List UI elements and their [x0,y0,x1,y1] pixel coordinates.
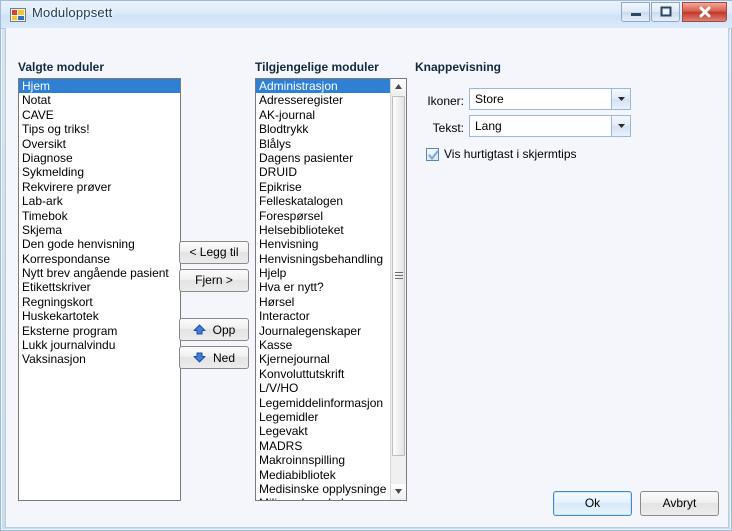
text-combobox-value: Lang [475,119,502,133]
arrow-up-icon [193,324,206,335]
window-title: Moduloppsett [32,5,113,20]
list-item[interactable]: Rekvirere prøver [19,180,180,194]
list-item[interactable]: Legemiddelinformasjon [256,396,390,410]
shortcut-checkbox-label: Vis hurtigtast i skjermtips [444,147,577,161]
list-item[interactable]: Hva er nytt? [256,280,390,294]
scrollbar-thumb[interactable] [392,96,405,456]
selected-modules-list[interactable]: Hjem Notat CAVE Tips og triks! Oversikt Diagn… [18,78,181,501]
shortcut-checkbox-row[interactable]: Vis hurtigtast i skjermtips [426,147,577,161]
list-item[interactable]: Vaksinasjon [19,352,180,366]
list-item[interactable]: Blålys [256,137,390,151]
scroll-down-arrow-icon[interactable] [391,484,406,500]
list-item[interactable]: Konvoluttutskrift [256,367,390,381]
list-item[interactable]: Kasse [256,338,390,352]
list-item[interactable]: Lab-ark [19,194,180,208]
list-item[interactable]: DRUID [256,165,390,179]
list-item[interactable]: Skjema [19,223,180,237]
title-bar[interactable]: Moduloppsett [1,1,732,29]
list-item[interactable]: Tips og triks! [19,122,180,136]
list-item[interactable]: Interactor [256,309,390,323]
list-item[interactable]: Legemidler [256,410,390,424]
list-item[interactable]: Notat [19,93,180,107]
list-item[interactable]: Regningskort [19,295,180,309]
list-item[interactable]: Administrasjon [256,79,390,94]
list-item[interactable]: Legevakt [256,424,390,438]
list-item[interactable]: Diagnose [19,151,180,165]
list-item[interactable]: Helsebiblioteket [256,223,390,237]
list-item[interactable]: Henvisning [256,237,390,251]
list-item[interactable]: Eksterne program [19,324,180,338]
chevron-down-icon[interactable] [611,89,630,109]
available-modules-list[interactable]: Administrasjon Adresseregister AK-journal B… [255,78,407,501]
list-item[interactable]: AK-journal [256,108,390,122]
available-modules-list-items: Administrasjon Adresseregister AK-journal B… [256,79,390,500]
list-item[interactable]: Makroinnspilling [256,453,390,467]
icons-combobox-value: Store [475,92,504,106]
list-item[interactable]: Medisinske opplysninge [256,482,390,496]
list-item[interactable]: Felleskatalogen [256,194,390,208]
chevron-down-icon[interactable] [611,116,630,136]
list-item[interactable]: Huskekartotek [19,309,180,323]
windows-form-icon [10,7,26,23]
selected-modules-list-items: Hjem Notat CAVE Tips og triks! Oversikt Diagn… [19,79,180,367]
available-modules-label: Tilgjengelige moduler [255,60,379,74]
button-display-label: Knappevisning [415,60,502,74]
list-item[interactable]: Den gode henvisning [19,237,180,251]
available-modules-scrollbar[interactable] [390,79,406,500]
ok-button[interactable]: Ok [553,491,632,516]
move-up-label: Opp [212,322,236,337]
move-up-button[interactable]: Opp [179,318,249,341]
list-item[interactable]: Kjernejournal [256,352,390,366]
arrow-down-icon [193,352,206,363]
scrollbar-grip-icon [395,272,403,280]
list-item[interactable]: Hørsel [256,295,390,309]
list-item[interactable]: Sykmelding [19,165,180,179]
list-item[interactable]: Nytt brev angående pasient [19,266,180,280]
icons-combobox[interactable]: Store [469,88,631,110]
shortcut-checkbox[interactable] [426,147,439,161]
text-field-label: Tekst: [432,121,464,135]
list-item[interactable]: Forespørsel [256,209,390,223]
scroll-up-arrow-icon[interactable] [391,79,406,95]
list-item[interactable]: Dagens pasienter [256,151,390,165]
list-item[interactable]: Journalegenskaper [256,324,390,338]
list-item[interactable]: Henvisningsbehandling [256,252,390,266]
dialog-client-area: Valgte moduler Tilgjengelige moduler Kna… [5,28,729,528]
list-item[interactable]: Hjelp [256,266,390,280]
list-item[interactable]: Hjem [19,79,180,94]
list-item[interactable]: Lukk journalvindu [19,338,180,352]
list-item[interactable]: Etikettskriver [19,280,180,294]
list-item[interactable]: CAVE [19,108,180,122]
list-item[interactable]: Oversikt [19,137,180,151]
list-item[interactable]: Mediabibliotek [256,468,390,482]
add-module-button[interactable]: < Legg til [179,241,249,264]
minimize-button[interactable] [621,2,650,22]
icons-field-label: Ikoner: [427,94,464,108]
dialog-window: Moduloppsett Valgte moduler Tilgjengelig… [0,0,732,531]
list-item[interactable]: Korrespondanse [19,252,180,266]
close-button[interactable] [682,2,727,22]
maximize-button[interactable] [651,2,680,22]
move-down-label: Ned [212,350,235,365]
remove-module-button[interactable]: Fjern > [179,269,249,292]
selected-modules-label: Valgte moduler [18,60,105,74]
cancel-button[interactable]: Avbryt [640,491,719,516]
list-item[interactable]: Timebok [19,209,180,223]
list-item[interactable]: L/V/HO [256,381,390,395]
list-item[interactable]: MADRS [256,439,390,453]
move-down-button[interactable]: Ned [179,346,249,369]
checkmark-icon [428,149,439,160]
list-item[interactable]: Miljøundersøkelse [256,496,390,500]
text-combobox[interactable]: Lang [469,115,631,137]
list-item[interactable]: Epikrise [256,180,390,194]
